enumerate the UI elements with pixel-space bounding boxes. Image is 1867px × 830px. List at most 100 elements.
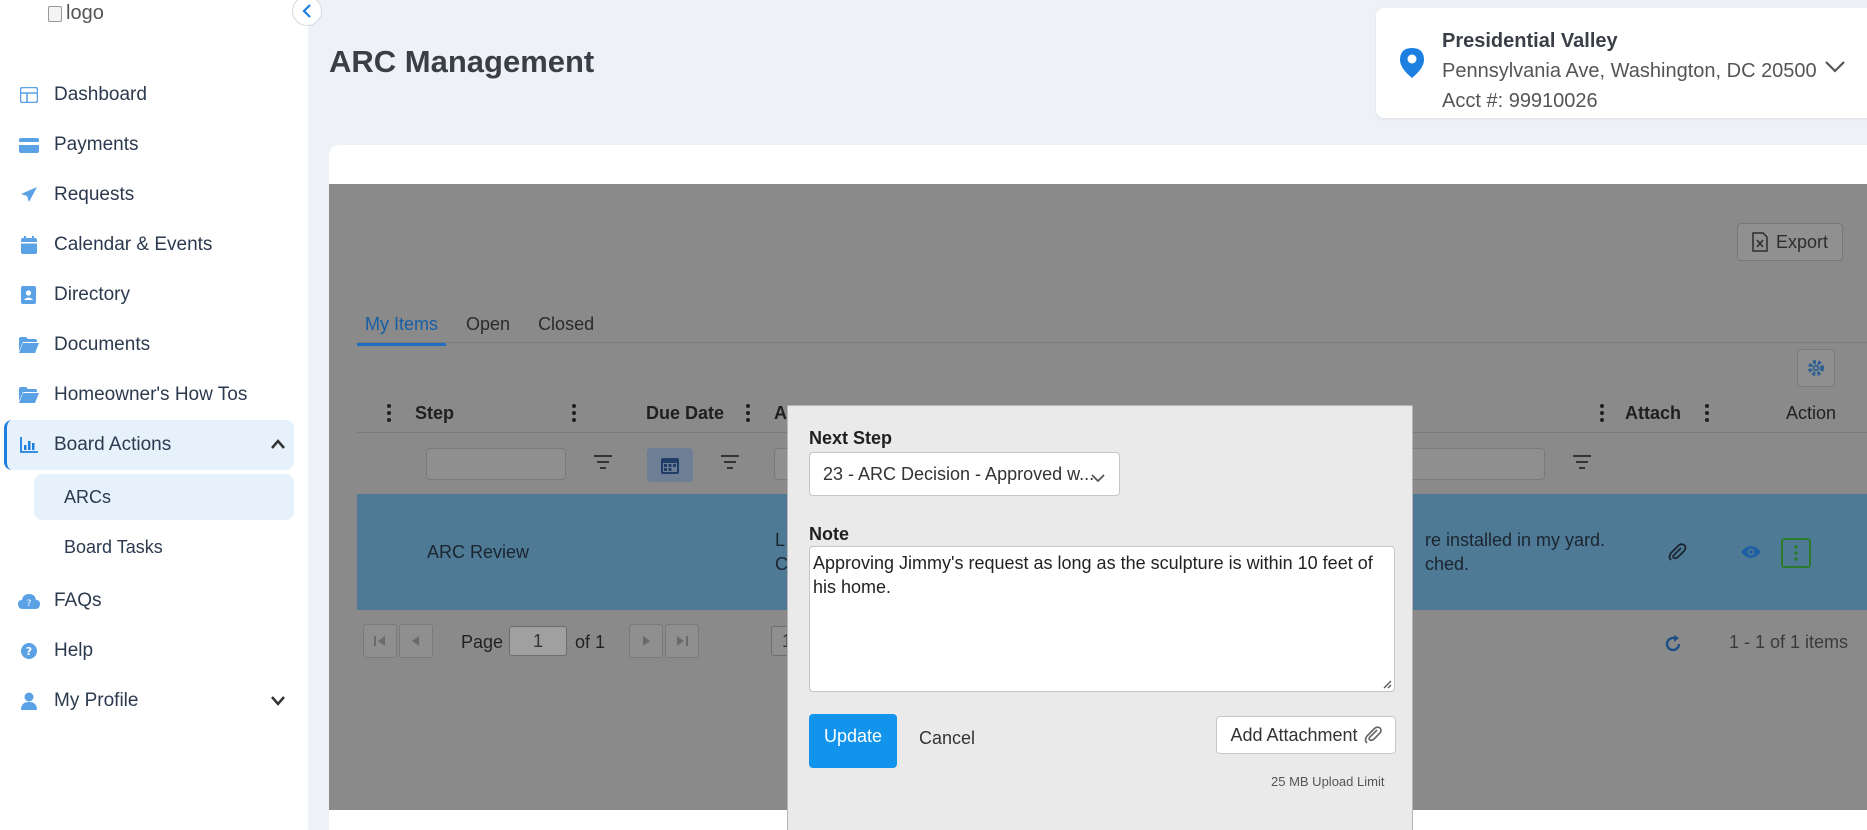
last-page-button[interactable] bbox=[665, 624, 699, 658]
filter-icon[interactable] bbox=[720, 454, 740, 470]
logo[interactable]: logo bbox=[48, 2, 104, 25]
previous-page-button[interactable] bbox=[399, 624, 433, 658]
page-number-input[interactable]: 1 bbox=[509, 626, 567, 656]
row-step: ARC Review bbox=[427, 542, 530, 562]
next-step-select[interactable]: 23 - ARC Decision - Approved w... bbox=[809, 452, 1120, 496]
first-page-button[interactable] bbox=[363, 624, 397, 658]
calendar-icon bbox=[18, 234, 40, 256]
sidebar-item-faqs[interactable]: ? FAQs bbox=[0, 576, 308, 626]
sidebar-item-label: Calendar & Events bbox=[54, 234, 213, 255]
column-header-attach[interactable]: Attach bbox=[1625, 403, 1681, 424]
credit-card-icon bbox=[18, 134, 40, 156]
add-attachment-label: Add Attachment bbox=[1230, 724, 1358, 745]
sidebar-item-label: Requests bbox=[54, 184, 135, 205]
last-page-icon bbox=[677, 636, 688, 646]
next-step-value: 23 - ARC Decision - Approved w... bbox=[823, 463, 1095, 484]
bar-chart-icon bbox=[18, 434, 40, 456]
row-description-line1: re installed in my yard. bbox=[1425, 530, 1606, 550]
sidebar-item-requests[interactable]: Requests bbox=[0, 170, 308, 220]
location-address: Pennsylvania Ave, Washington, DC 20500 bbox=[1442, 60, 1817, 82]
column-menu-icon[interactable] bbox=[386, 403, 392, 423]
sidebar-subitem-label: Board Tasks bbox=[64, 536, 163, 557]
sidebar-item-label: Dashboard bbox=[54, 84, 147, 105]
sidebar-item-label: FAQs bbox=[54, 590, 102, 611]
chevron-left-icon bbox=[302, 4, 311, 18]
description-filter-input[interactable] bbox=[1409, 448, 1545, 480]
kebab-menu-icon bbox=[1794, 545, 1798, 561]
paperclip-icon[interactable] bbox=[1667, 542, 1687, 562]
column-menu-icon[interactable] bbox=[571, 403, 577, 423]
tabs-divider bbox=[357, 342, 1867, 343]
sidebar-item-my-profile[interactable]: My Profile bbox=[0, 676, 308, 726]
sidebar-item-help[interactable]: ? Help bbox=[0, 626, 308, 676]
sidebar-item-calendar[interactable]: Calendar & Events bbox=[0, 220, 308, 270]
gear-icon bbox=[1808, 360, 1824, 376]
filter-icon[interactable] bbox=[1572, 454, 1592, 470]
filter-icon[interactable] bbox=[593, 454, 613, 470]
export-button[interactable]: Export bbox=[1736, 223, 1843, 261]
dashboard-icon bbox=[18, 84, 40, 106]
sidebar-item-dashboard[interactable]: Dashboard bbox=[0, 70, 308, 120]
address-book-icon bbox=[18, 284, 40, 306]
cloud-question-icon: ? bbox=[18, 590, 40, 612]
column-header-a[interactable]: A bbox=[774, 403, 787, 424]
row-a-line1: L bbox=[775, 530, 786, 550]
refresh-icon[interactable] bbox=[1663, 634, 1683, 654]
note-text: Approving Jimmy's request as long as the… bbox=[813, 553, 1373, 597]
cancel-button[interactable]: Cancel bbox=[919, 728, 975, 749]
sidebar-subitem-label: ARCs bbox=[64, 486, 112, 507]
add-attachment-button[interactable]: Add Attachment bbox=[1216, 716, 1396, 754]
column-header-due-date[interactable]: Due Date bbox=[646, 403, 724, 424]
paper-plane-icon bbox=[18, 184, 40, 206]
first-page-icon bbox=[374, 636, 385, 646]
note-textarea[interactable]: Approving Jimmy's request as long as the… bbox=[809, 546, 1395, 692]
location-selector[interactable]: Presidential Valley Pennsylvania Ave, Wa… bbox=[1376, 8, 1867, 118]
sidebar-subitem-board-tasks[interactable]: Board Tasks bbox=[34, 524, 294, 570]
sidebar-item-label: My Profile bbox=[54, 690, 139, 711]
location-name: Presidential Valley bbox=[1442, 30, 1618, 52]
resize-grip-icon[interactable] bbox=[1382, 679, 1392, 689]
row-description-line2: ched. bbox=[1425, 554, 1470, 574]
sidebar-item-how-tos[interactable]: Homeowner's How Tos bbox=[0, 370, 308, 420]
svg-text:?: ? bbox=[27, 599, 32, 609]
sidebar: logo Dashboard Payments Requests Calenda… bbox=[0, 0, 308, 830]
sidebar-item-directory[interactable]: Directory bbox=[0, 270, 308, 320]
grid-settings-button[interactable] bbox=[1797, 349, 1835, 387]
step-filter-input[interactable] bbox=[426, 448, 566, 480]
sidebar-item-label: Directory bbox=[54, 284, 131, 305]
sidebar-item-label: Homeowner's How Tos bbox=[54, 384, 248, 405]
sidebar-subitem-arcs[interactable]: ARCs bbox=[34, 474, 294, 520]
sidebar-item-payments[interactable]: Payments bbox=[0, 120, 308, 170]
column-header-action: Action bbox=[1786, 403, 1837, 423]
eye-icon[interactable] bbox=[1740, 544, 1762, 560]
broken-image-icon bbox=[48, 5, 62, 22]
map-pin-icon bbox=[1400, 48, 1424, 83]
date-picker-button[interactable] bbox=[647, 448, 693, 482]
calendar-icon bbox=[661, 458, 679, 474]
next-step-label: Next Step bbox=[809, 428, 893, 448]
logo-alt-text: logo bbox=[66, 2, 104, 24]
excel-file-icon bbox=[1752, 232, 1768, 252]
column-header-step[interactable]: Step bbox=[415, 403, 454, 424]
sidebar-item-board-actions[interactable]: Board Actions bbox=[4, 420, 294, 470]
user-icon bbox=[18, 690, 40, 712]
column-menu-icon[interactable] bbox=[745, 403, 751, 423]
help-circle-icon: ? bbox=[18, 640, 40, 662]
update-step-dialog: Next Step 23 - ARC Decision - Approved w… bbox=[787, 405, 1413, 830]
sidebar-item-documents[interactable]: Documents bbox=[0, 320, 308, 370]
sidebar-item-label: Payments bbox=[54, 134, 139, 155]
column-menu-icon[interactable] bbox=[1704, 403, 1710, 423]
export-label: Export bbox=[1775, 231, 1828, 252]
sidebar-nav: Dashboard Payments Requests Calendar & E… bbox=[0, 70, 308, 726]
note-label: Note bbox=[809, 524, 849, 544]
previous-page-icon bbox=[412, 636, 419, 646]
row-actions-menu-button[interactable] bbox=[1781, 538, 1811, 568]
update-button[interactable]: Update bbox=[809, 714, 897, 768]
sidebar-collapse-button[interactable] bbox=[292, 0, 322, 26]
paperclip-icon bbox=[1364, 726, 1382, 744]
chevron-down-icon bbox=[270, 690, 286, 712]
next-page-button[interactable] bbox=[629, 624, 663, 658]
folder-open-icon bbox=[18, 384, 40, 406]
column-menu-icon[interactable] bbox=[1599, 403, 1605, 423]
sidebar-item-label: Help bbox=[54, 640, 94, 661]
